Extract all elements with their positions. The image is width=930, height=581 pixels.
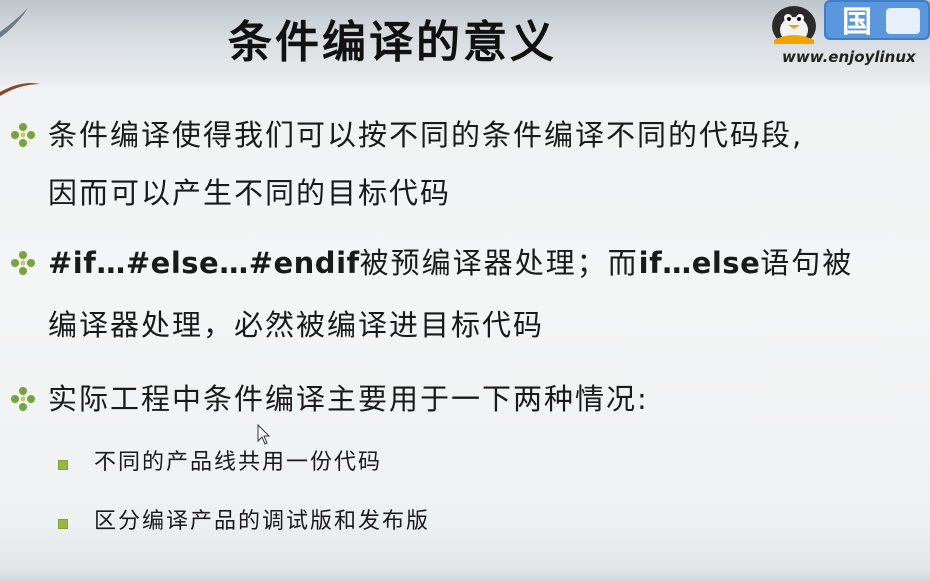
bottom-band bbox=[0, 566, 930, 581]
bullet-2-line-1: #if…#else…#endif被预编译器处理；而if…else语句被 bbox=[48, 240, 853, 282]
code-if-else-endif: #if…#else…#endif bbox=[48, 246, 360, 280]
penguin-logo-icon: 国 bbox=[772, 0, 930, 44]
mouse-cursor-icon bbox=[257, 424, 271, 445]
code-if-else: if…else bbox=[638, 246, 761, 280]
bullet-2-text-2: 语句被 bbox=[760, 246, 854, 280]
diamond-bullet-icon bbox=[11, 251, 35, 275]
bullet-1-line-1: 条件编译使得我们可以按不同的条件编译不同的代码段, bbox=[48, 118, 804, 152]
sub-bullet-2-text: 区分编译产品的调试版和发布版 bbox=[94, 509, 431, 534]
bullet-3-line-1: 实际工程中条件编译主要用于一下两种情况: bbox=[48, 382, 649, 416]
swoosh-accent-icon bbox=[0, 83, 40, 96]
square-bullet-icon bbox=[58, 460, 68, 470]
slide-title: 条件编译的意义 bbox=[228, 17, 557, 68]
site-url: www.enjoylinux bbox=[782, 48, 916, 66]
bullet-2-line-2: 编译器处理，必然被编译进目标代码 bbox=[48, 308, 545, 342]
diamond-bullet-icon bbox=[11, 387, 35, 411]
sub-bullet-1-text: 不同的产品线共用一份代码 bbox=[94, 450, 383, 475]
square-bullet-icon bbox=[58, 519, 68, 529]
bullet-1-line-2: 因而可以产生不同的目标代码 bbox=[48, 176, 452, 210]
logo-text: 国 bbox=[842, 5, 872, 40]
slide: 条件编译的意义 国 www.enjoylinux 条件编译使得我们可以按不同的条… bbox=[0, 0, 930, 581]
swoosh-decoration-icon bbox=[0, 8, 28, 38]
bullet-2-text-1: 被预编译器处理；而 bbox=[359, 246, 639, 280]
diamond-bullet-icon bbox=[11, 123, 35, 147]
